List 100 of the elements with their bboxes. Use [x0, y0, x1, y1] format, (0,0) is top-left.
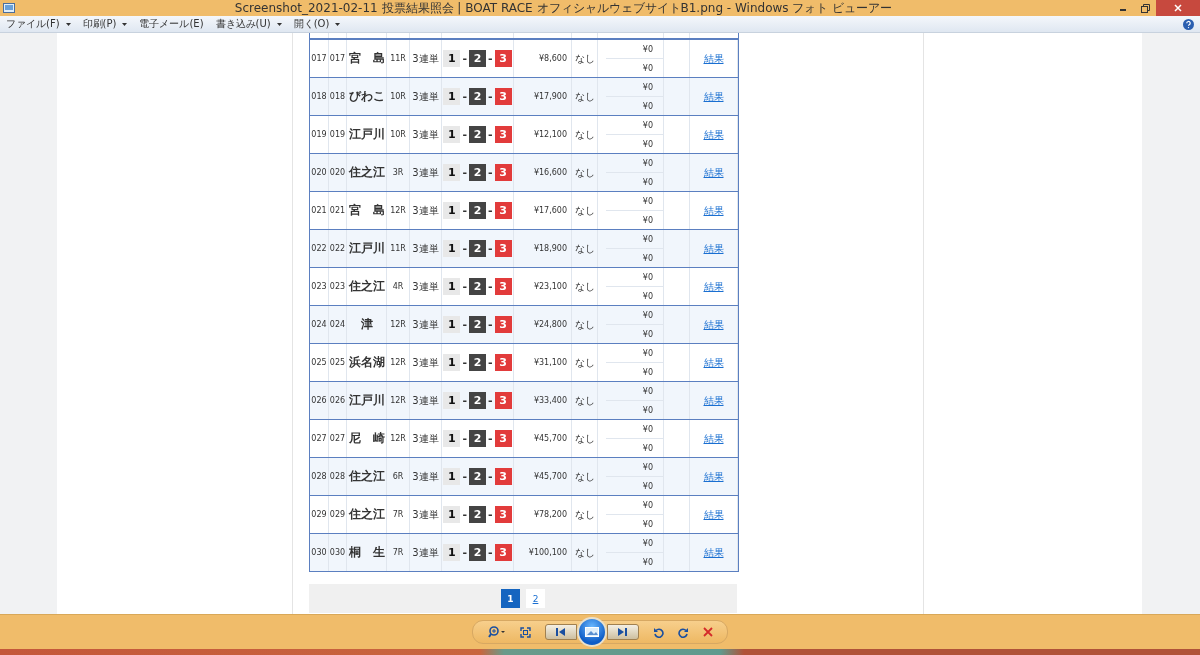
table-cell: 3R [387, 154, 410, 191]
table-cell-text: ¥0 [641, 385, 654, 398]
result-link[interactable]: 結果 [703, 241, 724, 256]
result-link[interactable]: 結果 [703, 431, 724, 446]
boat-number: 3 [494, 506, 512, 523]
slideshow-button[interactable] [576, 617, 607, 647]
boat-number: 1 [443, 88, 461, 105]
table-cell: 12R [387, 344, 410, 381]
zoom-icon[interactable] [487, 626, 506, 638]
close-icon [1174, 4, 1182, 12]
table-cell: 026 [329, 382, 347, 419]
result-link[interactable]: 結果 [703, 279, 724, 294]
table-cell-text: ¥0 [641, 499, 654, 512]
table-cell: なし [572, 268, 598, 305]
result-link[interactable]: 結果 [703, 89, 724, 104]
dash-separator: - [462, 90, 467, 103]
boat-number: 2 [469, 430, 486, 447]
table-cell: 住之江 [347, 496, 387, 533]
dash-separator: - [488, 508, 493, 521]
delete-icon[interactable] [702, 627, 713, 637]
result-link[interactable]: 結果 [703, 203, 724, 218]
result-link[interactable]: 結果 [703, 393, 724, 408]
table-cell: なし [572, 78, 598, 115]
result-link[interactable]: 結果 [703, 469, 724, 484]
menu-item[interactable]: 電子メール(E) [139, 17, 204, 31]
boat-number: 1 [443, 430, 461, 447]
help-icon[interactable] [1183, 18, 1194, 30]
table-cell: 12R [387, 382, 410, 419]
table-cell: なし [572, 230, 598, 267]
table-cell: ¥0 [606, 514, 663, 533]
table-cell-text: ¥0 [641, 271, 654, 284]
caret-icon [276, 22, 282, 26]
dash-separator: - [488, 470, 493, 483]
table-cell: 4R [387, 268, 410, 305]
result-link[interactable]: 結果 [703, 127, 724, 142]
table-cell: 022 [310, 230, 329, 267]
dash-separator: - [462, 128, 467, 141]
table-cell: 027 [329, 420, 347, 457]
rotate-right-icon[interactable] [677, 626, 689, 638]
fit-icon[interactable] [519, 626, 531, 638]
boat-number: 1 [443, 126, 461, 143]
table-cell: 3連単 [410, 230, 442, 267]
dash-separator: - [462, 166, 467, 179]
table-cell-text: ¥0 [641, 309, 654, 322]
previous-button[interactable] [544, 624, 577, 640]
boat-number: 3 [494, 240, 512, 257]
table-cell: ¥0 [606, 210, 663, 229]
table-cell: 3連単 [410, 78, 442, 115]
dash-separator: - [462, 508, 467, 521]
dash-separator: - [488, 166, 493, 179]
table-cell: 3連単 [410, 116, 442, 153]
result-link[interactable]: 結果 [703, 545, 724, 560]
page-button[interactable]: 1 [501, 589, 520, 608]
boat-number: 3 [494, 278, 512, 295]
next-button[interactable] [606, 624, 639, 640]
table-cell: ¥0 [606, 400, 663, 419]
table-cell: なし [572, 40, 598, 77]
table-cell: ¥78,200 [514, 496, 572, 533]
table-cell: 津 [347, 306, 387, 343]
table-cell-text: ¥0 [641, 119, 654, 132]
table-cell-text: ¥0 [641, 461, 654, 474]
table-cell: ¥100,100 [514, 534, 572, 571]
table-cell: 017 [329, 40, 347, 77]
window-title: Screenshot_2021-02-11 投票結果照会 | BOAT RACE オフィシャルウェブサイトB1.png - Windows フォト ビューアー [233, 0, 894, 16]
dash-separator: - [462, 470, 467, 483]
table-cell: 宮 島 [347, 192, 387, 229]
boat-number: 1 [443, 50, 461, 67]
boat-number: 2 [469, 506, 486, 523]
result-link[interactable]: 結果 [703, 51, 724, 66]
table-cell: 018 [329, 78, 347, 115]
table-cell: なし [572, 534, 598, 571]
table-cell: 020 [310, 154, 329, 191]
table-cell: 018 [310, 78, 329, 115]
table-cell: 3連単 [410, 268, 442, 305]
table-cell-text: ¥0 [641, 195, 654, 208]
result-link[interactable]: 結果 [703, 317, 724, 332]
table-cell: ¥0 [606, 58, 663, 77]
result-link[interactable]: 結果 [703, 507, 724, 522]
table-cell: ¥8,600 [514, 40, 572, 77]
menu-item[interactable]: 書き込み(U) [215, 17, 282, 31]
rotate-left-icon[interactable] [652, 626, 664, 638]
table-cell: 3連単 [410, 192, 442, 229]
table-cell: 025 [310, 344, 329, 381]
menu-item[interactable]: 開く(O) [293, 17, 341, 31]
dash-separator: - [462, 432, 467, 445]
boat-number: 3 [494, 354, 512, 371]
table-cell-text: ¥0 [641, 347, 654, 360]
dash-separator: - [462, 356, 467, 369]
table-cell: ¥18,900 [514, 230, 572, 267]
menu-item[interactable]: 印刷(P) [82, 17, 128, 31]
result-link[interactable]: 結果 [703, 355, 724, 370]
table-cell: なし [572, 458, 598, 495]
result-link[interactable]: 結果 [703, 165, 724, 180]
menu-item[interactable]: ファイル(F) [6, 17, 71, 31]
page-button[interactable]: 2 [526, 589, 545, 608]
table-cell: 030 [329, 534, 347, 571]
boat-number: 3 [494, 202, 512, 219]
table-cell: なし [572, 420, 598, 457]
table-cell: 12R [387, 192, 410, 229]
table-cell: 026 [310, 382, 329, 419]
